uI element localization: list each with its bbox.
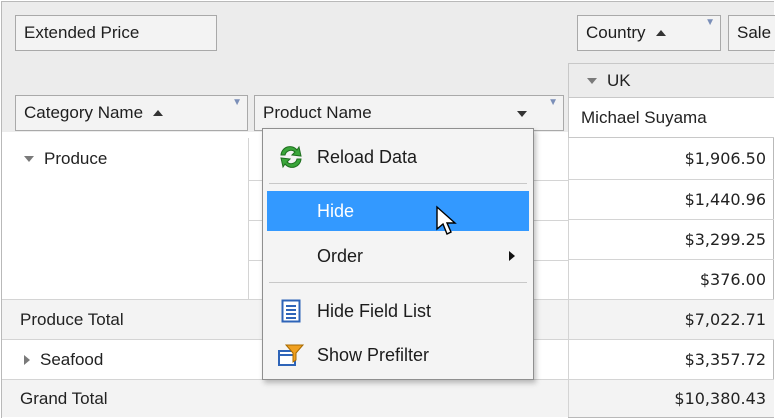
menu-item-reload-data[interactable]: Reload Data [267,137,529,177]
row-divider [248,138,249,300]
column-value-header[interactable]: Michael Suyama [568,97,774,138]
row-header-label: Produce [44,149,108,168]
data-cell[interactable]: $1,906.50 [568,138,774,180]
column-field-sale[interactable]: Sale [728,15,775,51]
row-header-label: Produce Total [20,309,124,329]
row-header-label: Grand Total [20,388,108,408]
menu-item-hide[interactable]: Hide [267,191,529,235]
prefilter-icon [273,341,309,369]
menu-item-order[interactable]: Order [267,236,529,276]
context-menu: Reload Data Hide Order Hide Field List S… [262,128,534,380]
row-field-category-name[interactable]: Category Name ▼ [15,95,248,131]
menu-separator [269,282,527,283]
column-group-uk[interactable]: UK [568,63,774,97]
submenu-arrow-icon [509,251,515,261]
menu-item-show-prefilter[interactable]: Show Prefilter [267,335,529,375]
data-cell[interactable]: $10,380.43 [568,380,774,417]
filter-icon[interactable]: ▼ [232,98,242,108]
reload-icon [273,143,309,171]
collapse-icon[interactable] [24,156,34,162]
filter-icon[interactable]: ▼ [548,98,558,108]
row-header-label: Seafood [40,349,104,369]
menu-item-hide-field-list[interactable]: Hide Field List [267,291,529,331]
column-field-country[interactable]: Country ▼ [577,15,721,51]
collapse-icon[interactable] [587,77,597,84]
sort-descending-icon [517,111,527,117]
menu-item-label: Reload Data [317,146,418,167]
menu-item-label: Hide [317,200,355,221]
data-cell[interactable]: $3,357.72 [568,340,774,380]
column-field-label: Country [586,23,646,42]
sort-ascending-icon [153,110,164,116]
menu-item-label: Hide Field List [317,300,432,321]
row-field-product-name[interactable]: Product Name ▼ [254,95,564,131]
data-cell[interactable]: $3,299.25 [568,220,774,260]
field-list-icon [273,297,309,325]
row-field-label: Category Name [24,103,144,122]
row-field-label: Product Name [263,103,372,122]
column-value-label: Michael Suyama [581,107,707,127]
filter-icon[interactable]: ▼ [705,18,715,28]
menu-separator [269,183,527,184]
data-cell[interactable]: $376.00 [568,260,774,300]
expand-icon[interactable] [24,354,30,365]
menu-item-label: Show Prefilter [317,344,430,365]
sort-ascending-icon [655,30,666,36]
column-field-label: Sale [737,23,772,42]
data-field-label: Extended Price [24,23,140,42]
column-group-label: UK [607,70,631,90]
row-header-grand-total[interactable]: Grand Total [2,380,568,417]
data-field-extended-price[interactable]: Extended Price [15,15,217,51]
data-cell[interactable]: $1,440.96 [568,180,774,220]
data-cell[interactable]: $7,022.71 [568,300,774,340]
menu-item-label: Order [317,245,364,266]
row-header-produce[interactable]: Produce [2,138,248,180]
